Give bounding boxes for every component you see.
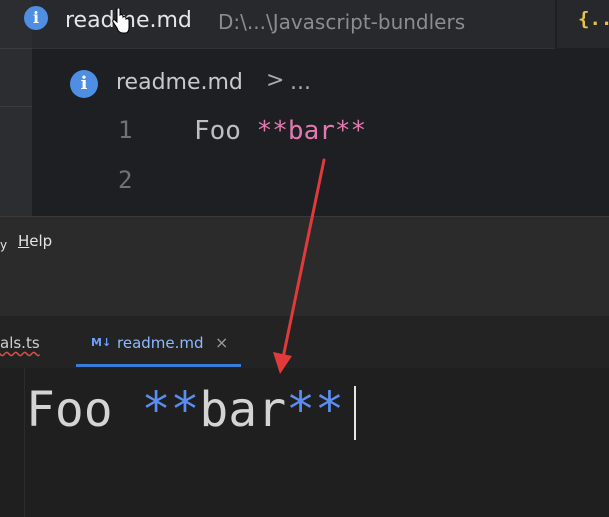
menu-bar: [0, 216, 609, 267]
code-text: Foo: [26, 382, 142, 438]
tab-als-ts[interactable]: als.ts: [0, 334, 40, 352]
hand-cursor-icon: [112, 8, 130, 34]
menu-label: elp: [29, 232, 53, 250]
line-number: 1: [118, 116, 133, 144]
active-tab-indicator: [76, 364, 241, 367]
breadcrumb-file[interactable]: readme.md: [116, 70, 243, 95]
code-text: bar: [199, 382, 287, 438]
json-braces-icon[interactable]: {..}: [578, 8, 609, 30]
left-tool-strip: [0, 0, 32, 216]
tab-divider: [555, 0, 557, 48]
code-markup: **bar**: [256, 116, 367, 146]
menu-mnemonic: H: [18, 232, 30, 250]
menu-item-help[interactable]: Help: [18, 232, 52, 250]
close-icon[interactable]: ×: [215, 333, 228, 352]
line-number: 2: [118, 166, 133, 194]
toolbar: [0, 266, 609, 316]
menu-item-partial[interactable]: y: [0, 238, 7, 252]
code-markup: **: [286, 382, 344, 438]
code-line[interactable]: Foo **bar**: [194, 116, 366, 146]
code-markup: **: [141, 382, 200, 438]
info-icon: i: [70, 70, 98, 98]
text-caret: [354, 386, 356, 440]
tab-path: D:\...\Javascript-bundlers: [218, 10, 466, 34]
code-line[interactable]: Foo **bar**: [26, 382, 344, 438]
info-icon: i: [24, 6, 48, 30]
breadcrumb-more[interactable]: ...: [290, 70, 311, 95]
editor-gutter: [0, 368, 25, 517]
markdown-icon: M↓: [91, 336, 112, 349]
tab-readme[interactable]: readme.md: [117, 334, 204, 352]
code-text: Foo: [194, 116, 257, 146]
chevron-right-icon: >: [266, 68, 285, 93]
